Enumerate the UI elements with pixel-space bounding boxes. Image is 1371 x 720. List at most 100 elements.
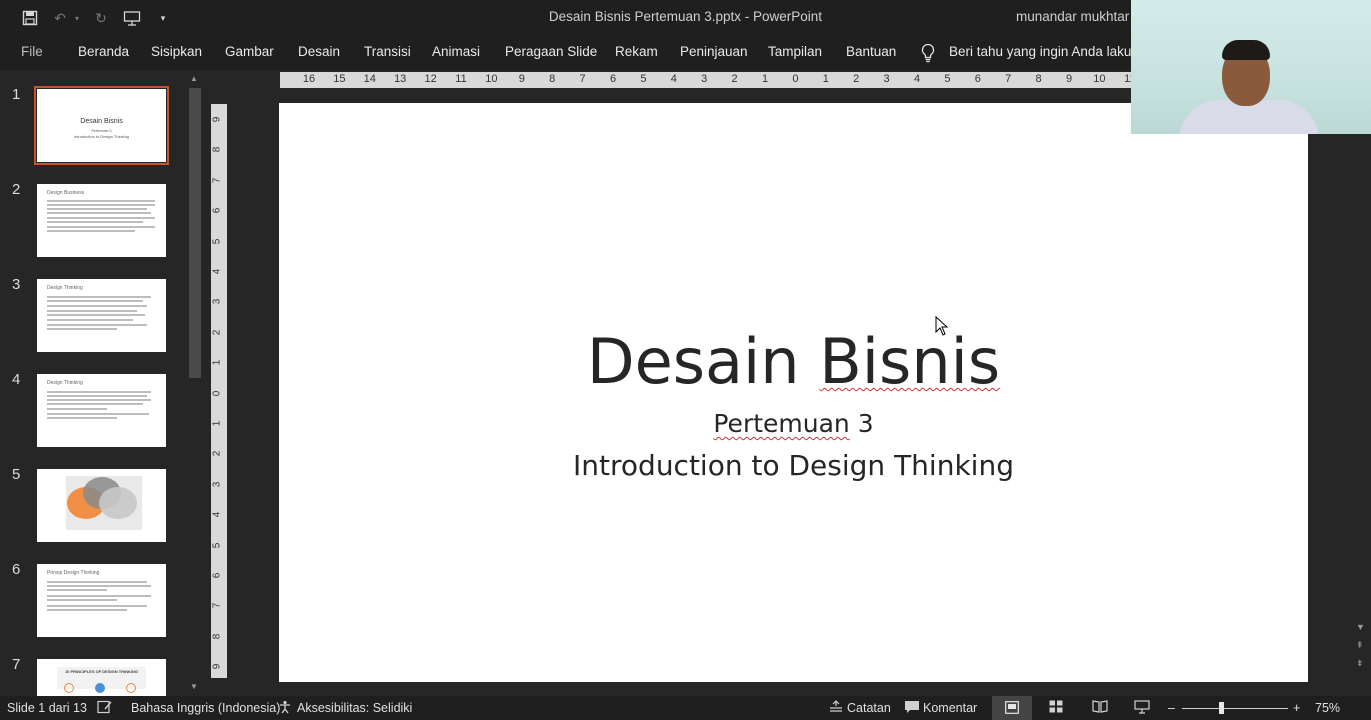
tab-bantuan[interactable]: Bantuan	[846, 44, 896, 59]
ruler-number: 8	[211, 147, 223, 153]
tab-tampilan[interactable]: Tampilan	[768, 44, 822, 59]
ruler-number: 9	[1065, 73, 1073, 85]
slide-thumbnail-5[interactable]	[37, 469, 166, 542]
tab-peragaan-slide[interactable]: Peragaan Slide	[505, 44, 597, 59]
language-indicator[interactable]: Bahasa Inggris (Indonesia)	[131, 701, 280, 715]
thumb-text-line	[47, 605, 147, 607]
zoom-level[interactable]: 75%	[1315, 701, 1340, 715]
tab-gambar[interactable]: Gambar	[225, 44, 274, 59]
ruler-number: 3	[211, 299, 223, 305]
ruler-number: 6	[609, 73, 617, 85]
slide-thumbnail-7[interactable]: 10 PRINCIPLES OF DESIGN THINKING	[37, 659, 166, 696]
tab-desain[interactable]: Desain	[298, 44, 340, 59]
thumb-text-line	[47, 208, 147, 210]
ruler-number: 15	[333, 73, 346, 85]
normal-view-button[interactable]	[992, 696, 1032, 720]
accessibility-icon[interactable]	[278, 700, 294, 717]
thumb-subtitle: Pertemuan 3	[91, 129, 112, 133]
ruler-number: 1	[211, 420, 223, 427]
ruler-number: 1	[822, 73, 829, 85]
thumb-title: Prinsip Design Thinking	[47, 570, 100, 576]
accessibility-status[interactable]: Aksesibilitas: Selidiki	[297, 701, 412, 715]
status-bar: Slide 1 dari 13 Bahasa Inggris (Indonesi…	[0, 696, 1371, 720]
slide-sorter-view-icon[interactable]	[1049, 700, 1063, 716]
slide-thumbnail-6[interactable]: Prinsip Design Thinking	[37, 564, 166, 637]
slide-title[interactable]: Desain Bisnis	[279, 325, 1308, 398]
notes-icon[interactable]	[829, 700, 843, 717]
thumb-text-line	[47, 217, 155, 219]
thumb-text-line	[47, 589, 107, 591]
thumb-subtitle: Introduction to Design Thinking	[73, 134, 130, 139]
thumb-circle	[95, 683, 105, 693]
ruler-number: 2	[731, 73, 738, 85]
ruler-number: 7	[211, 177, 223, 184]
thumb-text-line	[47, 319, 133, 321]
tab-transisi[interactable]: Transisi	[364, 44, 411, 59]
thumb-text-line	[47, 403, 143, 405]
thumb-text-line	[47, 585, 151, 587]
ruler-number: 2	[853, 73, 860, 85]
notes-button[interactable]: Catatan	[847, 701, 891, 715]
thumb-text-line	[47, 305, 147, 307]
thumb-text-line	[47, 328, 117, 330]
slide-canvas[interactable]: Desain Bisnis Pertemuan 3 Introduction t…	[279, 103, 1308, 682]
zoom-slider-track[interactable]	[1182, 708, 1288, 709]
tab-file[interactable]: File	[21, 44, 43, 59]
zoom-in-button[interactable]: +	[1293, 701, 1300, 715]
comments-button[interactable]: Komentar	[923, 701, 977, 715]
powerpoint-window: ↶ ▾ ↻ ▾ Desain Bisnis Pertemuan 3.pptx -…	[0, 0, 1371, 720]
subtitle-word-misspelled: Pertemuan	[713, 409, 850, 438]
ruler-number: 6	[211, 572, 223, 579]
tab-peninjauan[interactable]: Peninjauan	[680, 44, 748, 59]
zoom-slider-handle[interactable]	[1219, 702, 1224, 714]
next-slide-icon[interactable]: ⇟	[1356, 658, 1364, 669]
slide-thumbnail-1[interactable]: Desain Bisnis Pertemuan 3 Introduction t…	[34, 86, 169, 165]
ruler-number: 9	[518, 73, 525, 85]
ruler-number: 6	[974, 73, 981, 85]
scroll-up-icon[interactable]: ▲	[190, 74, 198, 83]
lightbulb-icon	[920, 43, 936, 68]
ruler-number: 5	[640, 73, 647, 85]
scroll-down-icon[interactable]: ▼	[190, 682, 198, 691]
ruler-number: 3	[701, 73, 708, 85]
reading-view-icon[interactable]	[1092, 700, 1108, 716]
slide-thumbnails-pane: 1 Desain Bisnis Pertemuan 3 Introduction…	[0, 70, 205, 696]
thumb-text-line	[47, 200, 155, 202]
tab-sisipkan[interactable]: Sisipkan	[151, 44, 202, 59]
user-name[interactable]: munandar mukhtar	[1016, 9, 1129, 24]
thumb-text-line	[47, 581, 147, 583]
thumb-title: Desain Bisnis	[80, 118, 123, 125]
spelling-check-icon[interactable]	[97, 700, 113, 717]
thumb-title: Design Thinking	[47, 285, 83, 291]
title-word: Desain	[586, 325, 820, 398]
slide-thumbnail-3[interactable]: Design Thinking	[37, 279, 166, 352]
thumbnail-number: 4	[12, 371, 21, 388]
thumb-venn-circle	[99, 487, 137, 519]
slide-counter: Slide 1 dari 13	[7, 701, 87, 715]
comment-icon[interactable]	[904, 700, 920, 717]
vertical-ruler: 9 8 7 6 5 4 3 2 1 0 1 2 3 4 5 6 7 8 9	[211, 104, 227, 678]
tab-beranda[interactable]: Beranda	[78, 44, 129, 59]
ruler-number: 4	[211, 511, 223, 518]
thumbnails-scrollbar[interactable]: ▲ ▼	[186, 70, 204, 696]
ruler-number: 10	[1093, 73, 1106, 85]
tab-rekam[interactable]: Rekam	[615, 44, 658, 59]
mouse-cursor-icon	[935, 316, 949, 336]
scroll-down-icon[interactable]: ▼	[1356, 622, 1365, 632]
ruler-number: 5	[211, 238, 223, 244]
slide-thumbnail-4[interactable]: Design Thinking	[37, 374, 166, 447]
slide-subtitle-1[interactable]: Pertemuan 3	[279, 409, 1308, 438]
thumbnail-number: 2	[12, 181, 21, 198]
previous-slide-icon[interactable]: ⇞	[1356, 640, 1364, 651]
slide-subtitle-2[interactable]: Introduction to Design Thinking	[279, 449, 1308, 482]
thumb-text-line	[47, 310, 137, 312]
editor-scrollbar[interactable]: ▼ ⇞ ⇟	[1352, 72, 1370, 696]
zoom-out-button[interactable]: –	[1168, 701, 1175, 715]
ruler-number: 3	[211, 481, 223, 488]
thumb-text-line	[47, 408, 107, 410]
scrollbar-thumb[interactable]	[189, 88, 201, 378]
tell-me-search[interactable]: Beri tahu yang ingin Anda lakuka	[949, 44, 1146, 59]
slide-thumbnail-2[interactable]: Design Business	[37, 184, 166, 257]
slideshow-view-icon[interactable]	[1134, 700, 1150, 717]
tab-animasi[interactable]: Animasi	[432, 44, 480, 59]
